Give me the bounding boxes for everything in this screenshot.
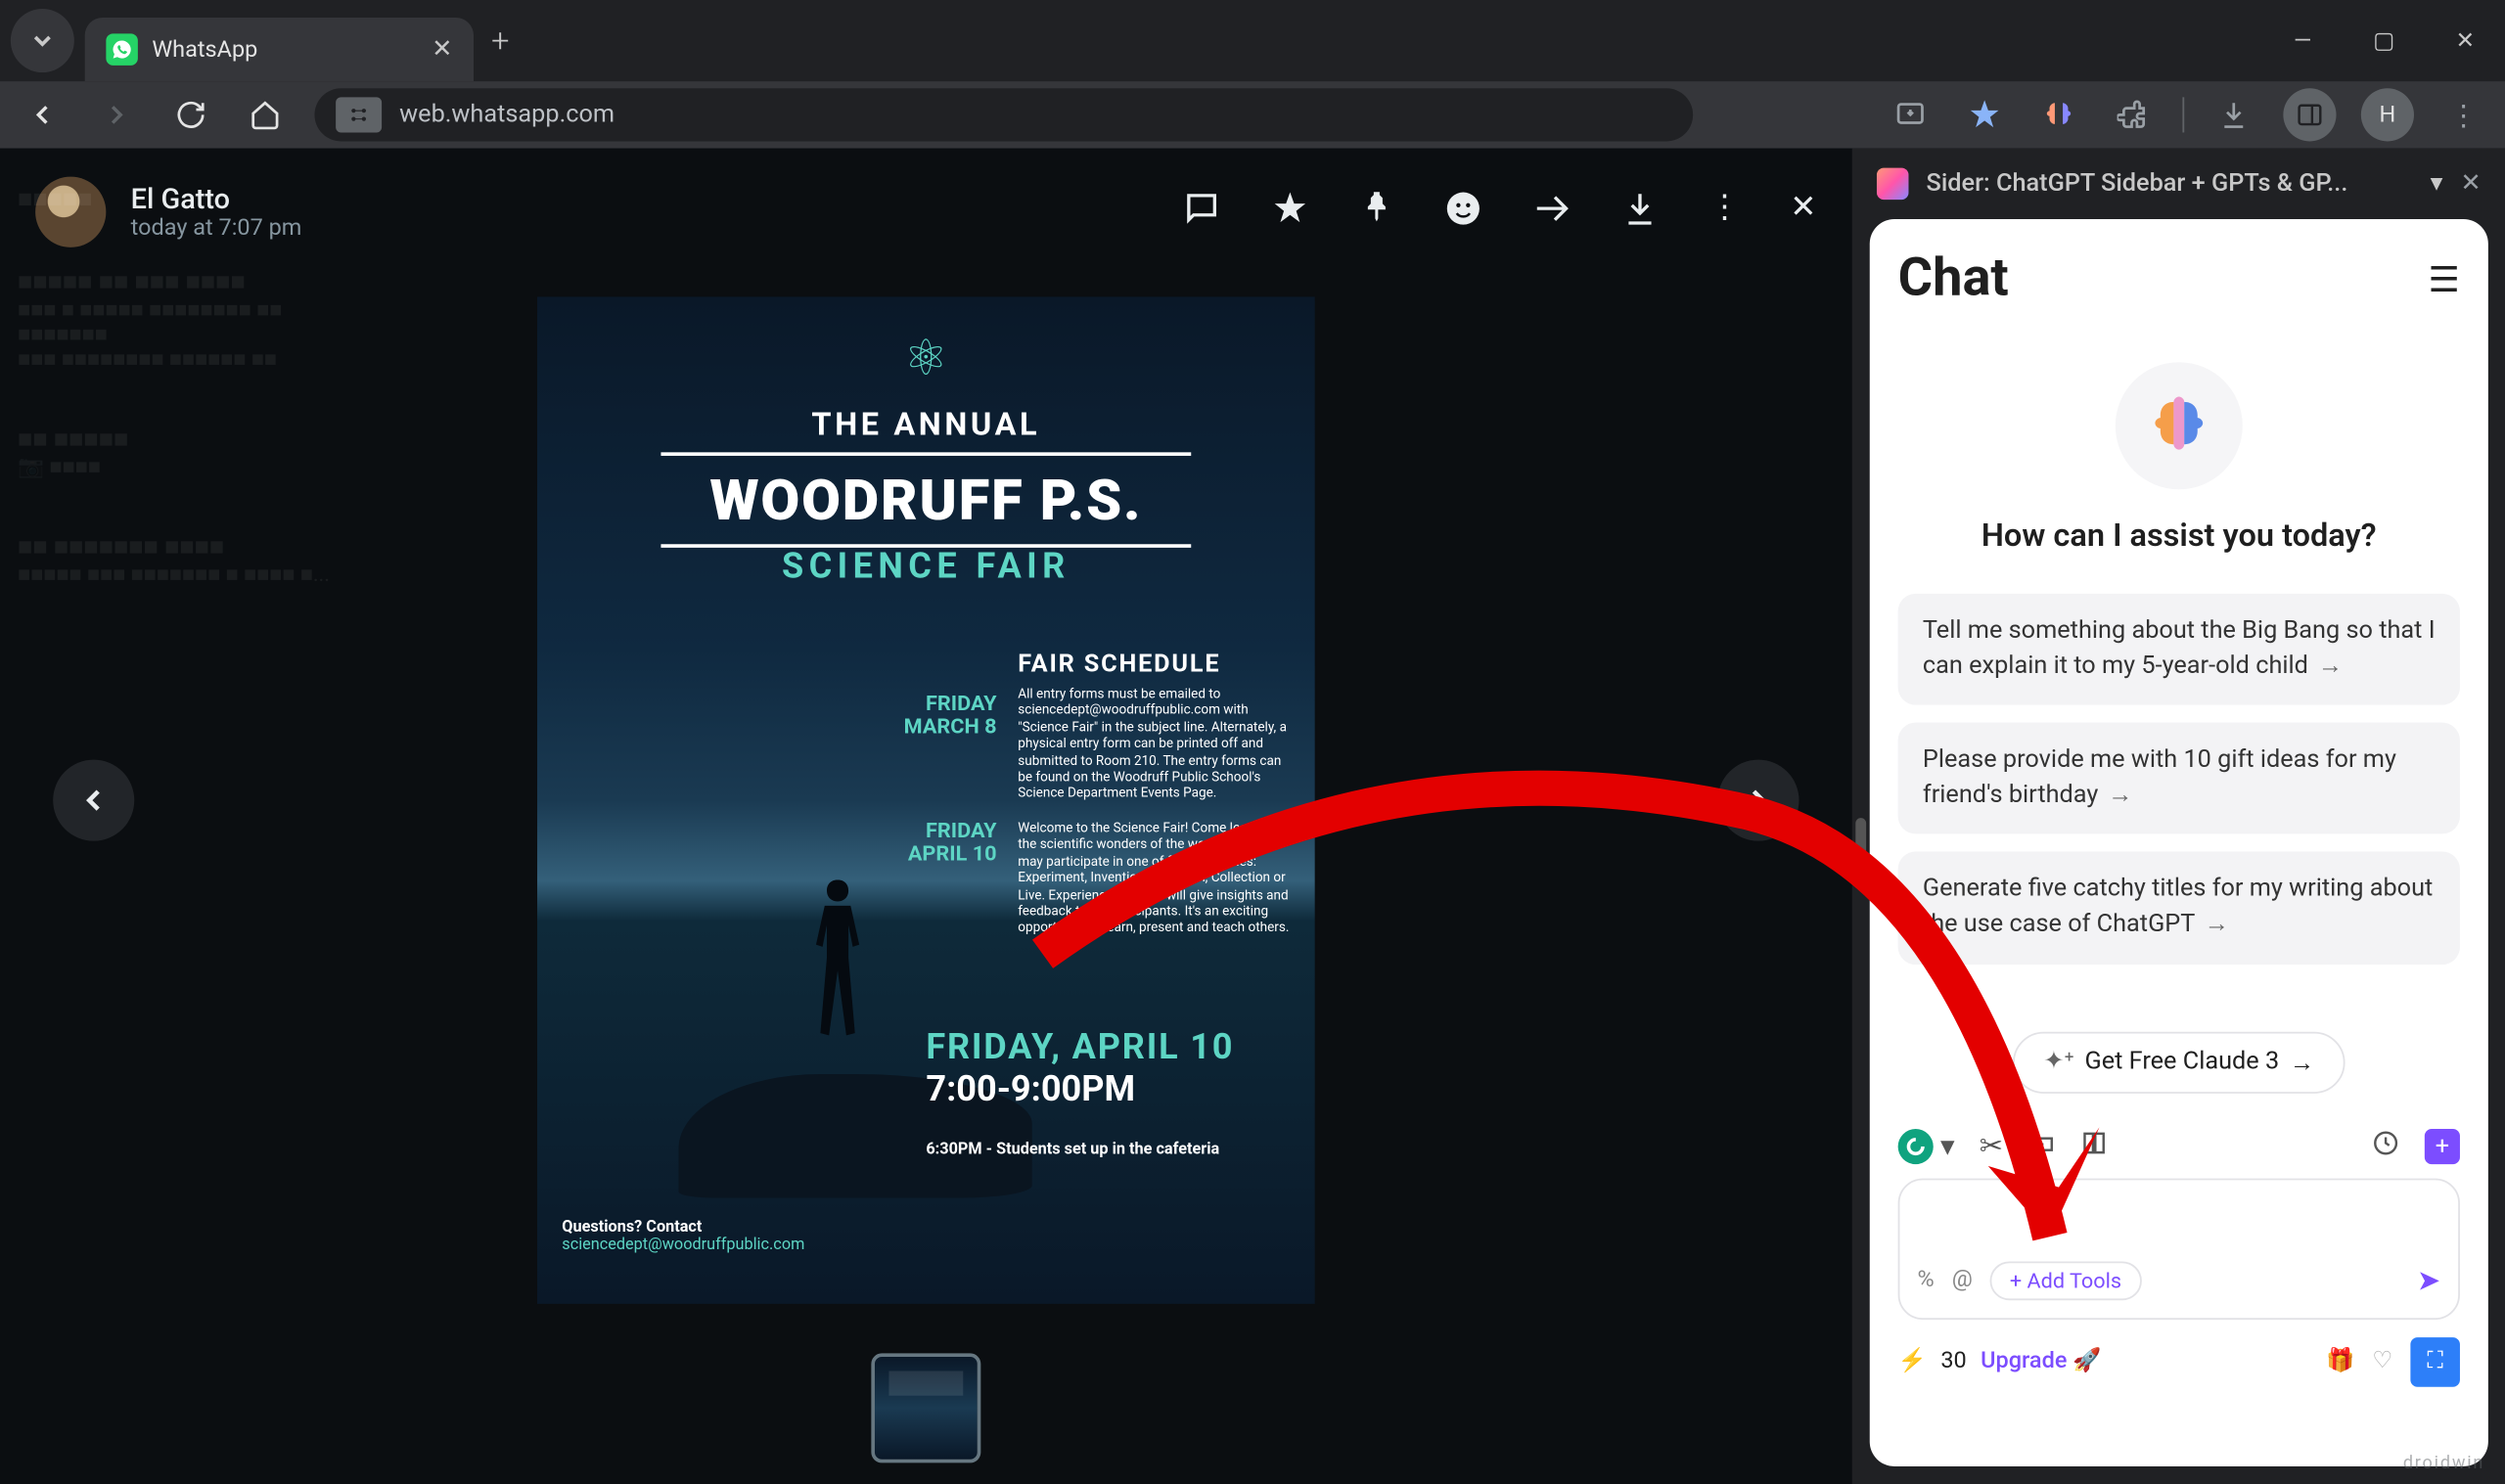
history-icon[interactable] (2372, 1128, 2400, 1163)
poster-date-1: FRIDAYMARCH 8 (904, 693, 997, 740)
atom-icon: ⚛ (904, 329, 948, 387)
media-image: ⚛ THE ANNUAL WOODRUFF P.S. SCIENCE FAIR … (537, 296, 1315, 1303)
heart-icon[interactable]: ♡ (2372, 1348, 2392, 1374)
prev-image-button[interactable] (53, 760, 134, 841)
panel-resize-handle[interactable] (1855, 818, 1866, 868)
scissors-icon[interactable]: ✂ (1980, 1129, 2003, 1162)
arrow-icon: → (2318, 652, 2343, 680)
tab-search-dropdown[interactable] (11, 9, 74, 72)
downloads-icon[interactable] (2209, 90, 2259, 140)
more-menu-icon[interactable]: ⋮ (1708, 188, 1741, 236)
new-chat-icon[interactable]: + (2425, 1128, 2460, 1163)
claude-cta-label: Get Free Claude 3 (2084, 1048, 2279, 1076)
chat-input[interactable]: % @ + Add Tools ➤ (1898, 1178, 2460, 1319)
credits-count: 30 (1940, 1348, 1966, 1374)
forward-button[interactable] (92, 90, 142, 140)
poster-date-2: FRIDAYAPRIL 10 (908, 820, 997, 867)
upgrade-button[interactable]: Upgrade 🚀 (1981, 1348, 2101, 1374)
bolt-icon: ⚡ (1898, 1348, 1927, 1374)
arrow-icon: → (2108, 781, 2132, 809)
extensions-icon[interactable] (2109, 90, 2159, 140)
send-icon[interactable]: ➤ (2417, 1263, 2440, 1296)
sider-dropdown-icon[interactable]: ▾ (2431, 169, 2443, 198)
maximize-button[interactable]: ▢ (2344, 0, 2425, 81)
url-bar[interactable]: web.whatsapp.com (314, 88, 1693, 141)
home-button[interactable] (241, 90, 291, 140)
url-text: web.whatsapp.com (399, 101, 615, 129)
suggestion-1[interactable]: Tell me something about the Big Bang so … (1898, 594, 2460, 705)
watermark: droidwin (2403, 1454, 2484, 1473)
assist-prompt: How can I assist you today? (1898, 517, 2460, 555)
sider-panel-title: Sider: ChatGPT Sidebar + GPTs & GP... (1927, 169, 2413, 198)
slash-command-icon[interactable]: % (1918, 1267, 1935, 1293)
suggestion-3[interactable]: Generate five catchy titles for my writi… (1898, 852, 2460, 964)
tab-title: WhatsApp (152, 36, 417, 63)
whatsapp-favicon (106, 33, 138, 66)
reload-button[interactable] (166, 90, 216, 140)
expand-icon[interactable]: ⛶ (2410, 1336, 2460, 1386)
schedule-heading: FAIR SCHEDULE (1018, 651, 1220, 679)
emoji-icon[interactable] (1443, 188, 1482, 236)
star-icon[interactable] (1270, 188, 1309, 236)
chat-icon[interactable] (1182, 188, 1221, 236)
model-selector[interactable]: ▾ (1898, 1128, 1955, 1163)
mention-icon[interactable]: @ (1952, 1267, 1973, 1293)
forward-icon[interactable] (1532, 188, 1571, 236)
sider-extension-icon[interactable] (2034, 90, 2084, 140)
close-window-button[interactable]: ✕ (2425, 0, 2505, 81)
poster-paragraph-1: All entry forms must be emailed to scien… (1018, 686, 1292, 802)
arrow-icon: → (2205, 910, 2229, 938)
site-settings-icon[interactable] (336, 97, 382, 132)
book-icon[interactable] (2080, 1128, 2109, 1163)
pin-icon[interactable] (1359, 188, 1394, 236)
sparkle-icon: ✦⁺ (2043, 1048, 2073, 1076)
side-panel-icon[interactable] (2283, 88, 2336, 141)
bookmark-star-icon[interactable] (1960, 90, 2010, 140)
new-tab-button[interactable]: + (491, 22, 509, 60)
install-app-icon[interactable] (1886, 90, 1936, 140)
toolbar-divider (2182, 97, 2184, 132)
chat-heading: Chat (1898, 247, 2009, 309)
close-viewer-icon[interactable]: ✕ (1790, 188, 1816, 236)
add-tools-button[interactable]: + Add Tools (1990, 1261, 2141, 1300)
suggestion-2[interactable]: Please provide me with 10 gift ideas for… (1898, 723, 2460, 834)
poster-subtitle: SCIENCE FAIR (537, 544, 1315, 586)
minimize-button[interactable]: — (2262, 0, 2344, 81)
poster-setup-note: 6:30PM - Students set up in the cafeteri… (926, 1142, 1219, 1159)
poster-paragraph-2: Welcome to the Science Fair! Come learn … (1018, 820, 1297, 936)
poster-title: WOODRUFF P.S. (537, 467, 1315, 534)
folder-add-icon[interactable] (2027, 1128, 2056, 1163)
arrow-icon: → (2290, 1047, 2314, 1077)
sider-close-icon[interactable]: ✕ (2460, 169, 2481, 198)
openai-icon (1898, 1128, 1934, 1163)
profile-avatar[interactable]: H (2361, 88, 2414, 141)
poster-annual: THE ANNUAL (537, 406, 1315, 443)
media-thumbnail[interactable] (871, 1353, 980, 1462)
back-button[interactable] (18, 90, 68, 140)
poster-person-silhouette (794, 879, 882, 1074)
chat-menu-icon[interactable]: ☰ (2429, 257, 2460, 299)
claude-cta-button[interactable]: ✦⁺ Get Free Claude 3 → (2014, 1031, 2345, 1093)
sider-logo (2116, 362, 2243, 489)
poster-contact: Questions? Contact sciencedept@woodruffp… (562, 1219, 804, 1254)
sider-brain-icon (1877, 168, 1909, 201)
browser-tab[interactable]: WhatsApp ✕ (85, 18, 474, 81)
gift-icon[interactable]: 🎁 (2326, 1348, 2354, 1374)
browser-menu-icon[interactable]: ⋮ (2438, 90, 2488, 140)
download-icon[interactable] (1620, 188, 1660, 236)
poster-event-time: FRIDAY, APRIL 10 7:00-9:00PM (926, 1024, 1234, 1109)
next-image-button[interactable] (1717, 760, 1799, 841)
close-tab-icon[interactable]: ✕ (432, 35, 452, 64)
